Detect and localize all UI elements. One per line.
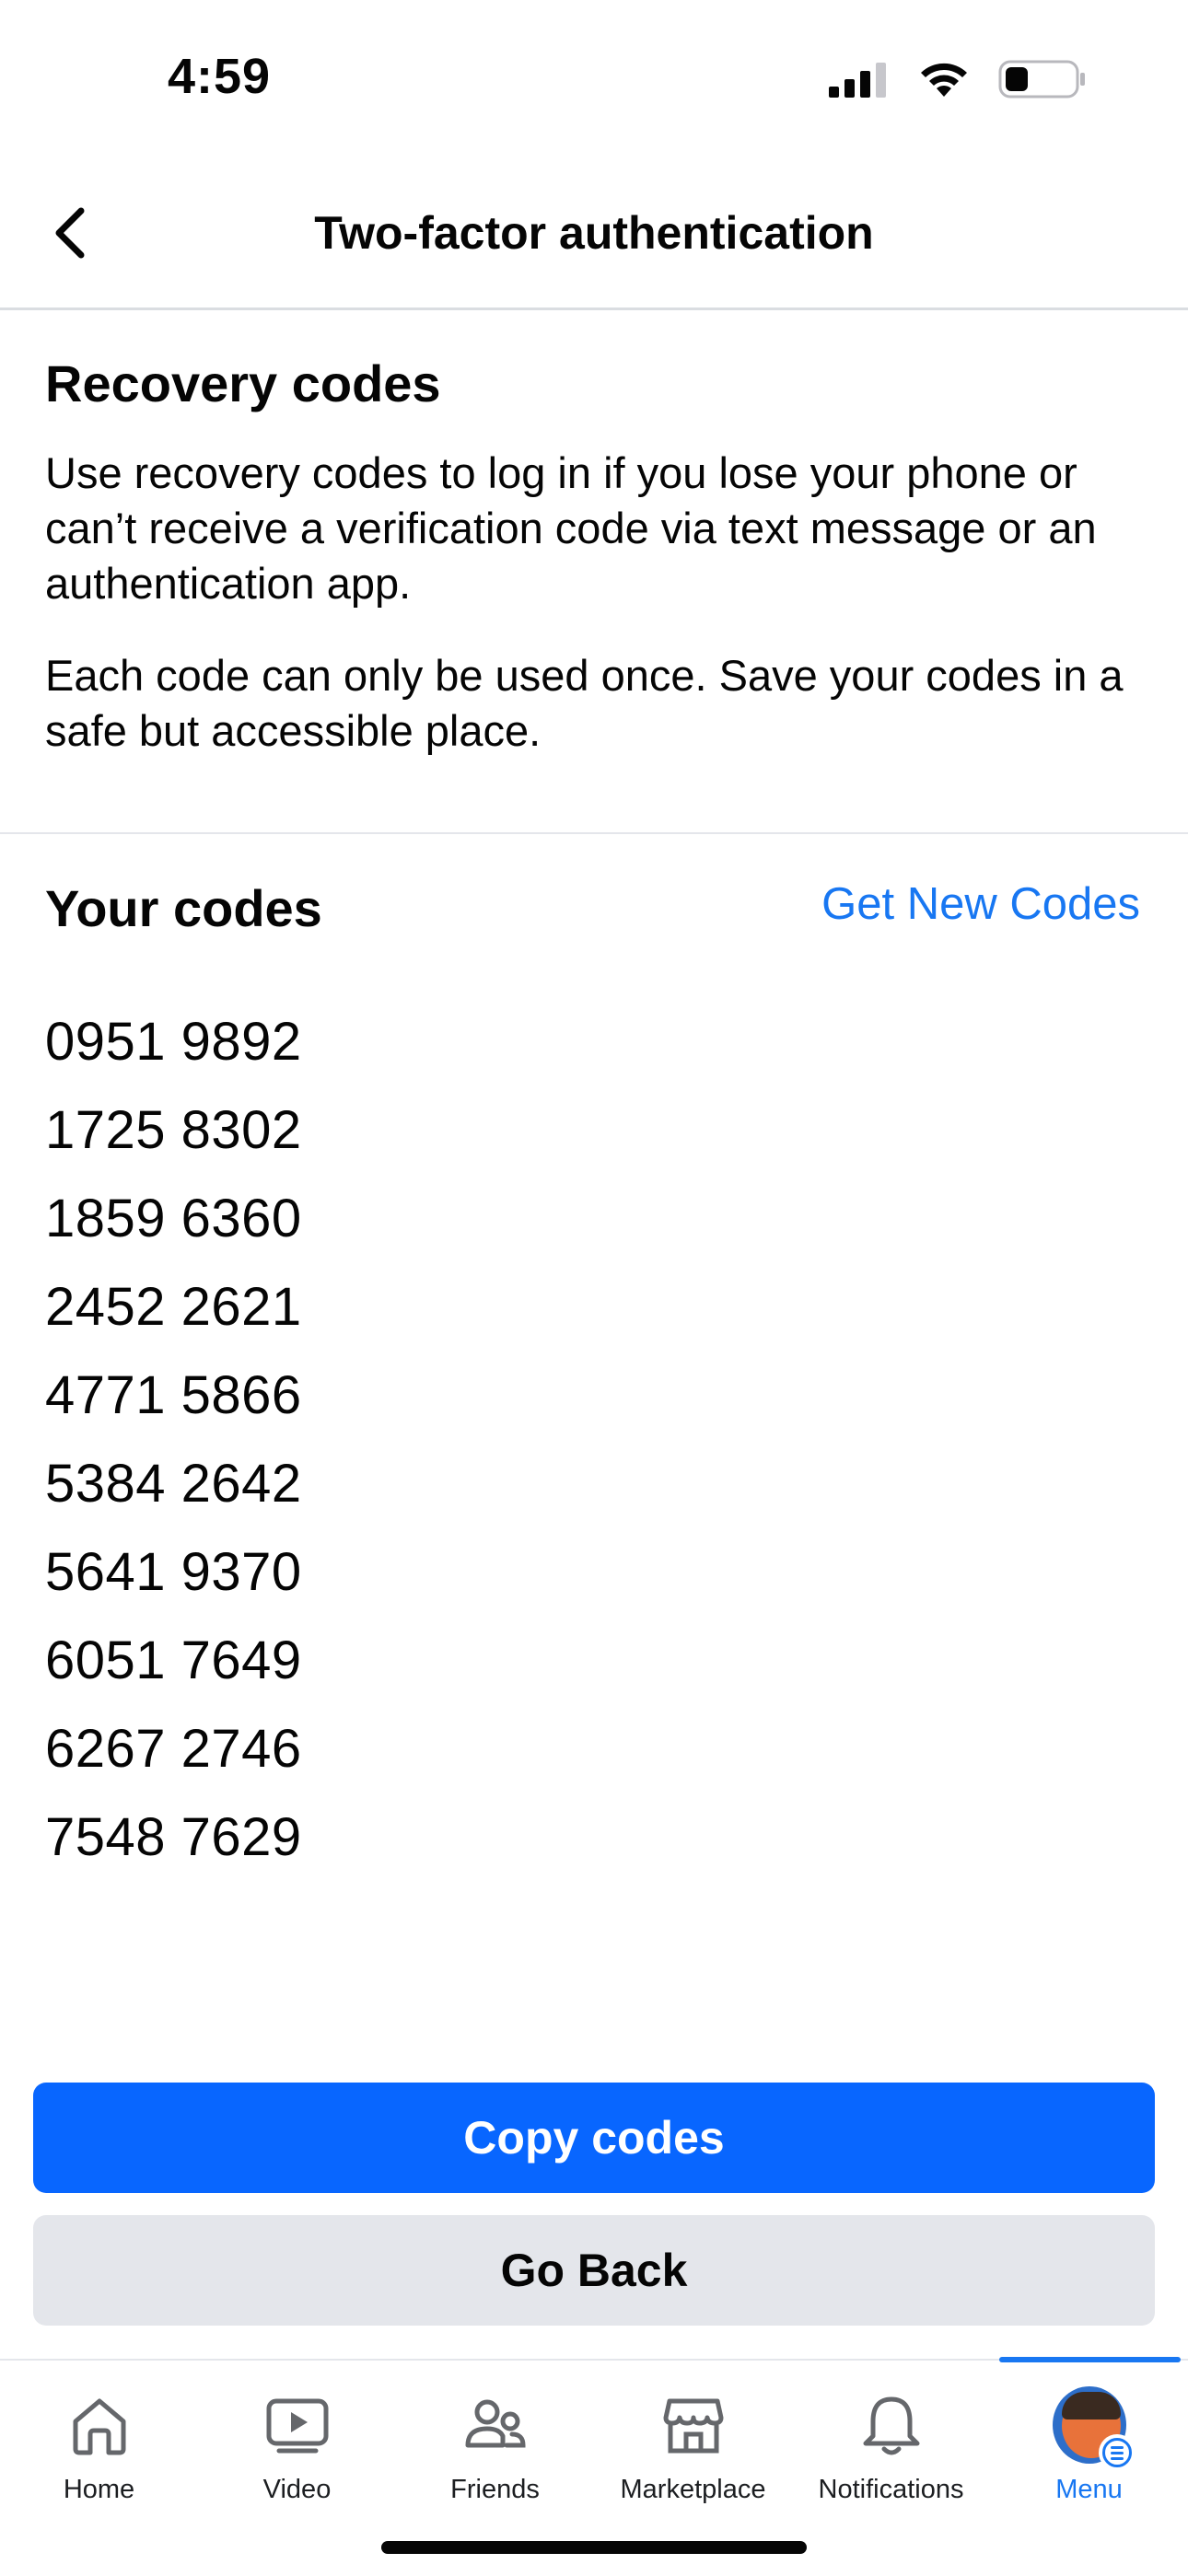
code-item: 6267 2746	[45, 1719, 302, 1779]
code-item: 0951 9892	[45, 1012, 302, 1072]
code-item: 1725 8302	[45, 1100, 302, 1160]
tab-label: Video	[262, 2475, 332, 2504]
marketplace-icon	[663, 2398, 723, 2454]
friends-icon	[465, 2399, 526, 2448]
tab-marketplace[interactable]: Marketplace	[594, 2361, 792, 2526]
tab-label: Notifications	[818, 2475, 964, 2504]
status-time: 4:59	[168, 49, 272, 104]
tab-home[interactable]: Home	[0, 2361, 198, 2526]
tab-video[interactable]: Video	[198, 2361, 396, 2526]
tab-label: Menu	[1055, 2475, 1123, 2504]
recovery-heading: Recovery codes	[45, 354, 441, 412]
avatar	[1052, 2386, 1136, 2471]
codes-heading: Your codes	[45, 879, 322, 937]
status-icons	[829, 59, 1087, 99]
tab-notifications[interactable]: Notifications	[792, 2361, 990, 2526]
status-bar: 4:59	[0, 0, 1188, 157]
battery-icon	[998, 60, 1085, 99]
page-title: Two-factor authentication	[314, 207, 874, 259]
code-list: 0951 9892 1725 8302 1859 6360 2452 2621 …	[45, 998, 302, 1882]
get-new-codes-link[interactable]: Get New Codes	[821, 878, 1140, 930]
copy-codes-button[interactable]: Copy codes	[33, 2083, 1155, 2193]
code-item: 5384 2642	[45, 1454, 302, 1514]
tab-menu[interactable]: Menu	[990, 2361, 1188, 2526]
home-indicator[interactable]	[381, 2541, 807, 2554]
nav-header: Two-factor authentication	[0, 157, 1188, 310]
wifi-icon	[921, 63, 967, 97]
code-item: 2452 2621	[45, 1277, 302, 1337]
tab-label: Friends	[450, 2475, 540, 2504]
code-item: 7548 7629	[45, 1807, 302, 1867]
code-item: 1859 6360	[45, 1189, 302, 1248]
code-item: 5641 9370	[45, 1542, 302, 1602]
code-item: 6051 7649	[45, 1630, 302, 1690]
tab-friends[interactable]: Friends	[396, 2361, 594, 2526]
home-icon	[73, 2398, 125, 2455]
code-item: 4771 5866	[45, 1365, 302, 1425]
recovery-description: Use recovery codes to log in if you lose…	[45, 448, 1097, 608]
bell-icon	[863, 2396, 919, 2455]
recovery-usage-note: Each code can only be used once. Save yo…	[45, 651, 1124, 755]
recovery-info-section: Recovery codes Use recovery codes to log…	[0, 307, 1188, 834]
video-icon	[266, 2398, 328, 2454]
go-back-button[interactable]: Go Back	[33, 2215, 1155, 2326]
menu-icon	[1098, 2434, 1136, 2471]
tab-label: Marketplace	[620, 2475, 766, 2504]
tab-label: Home	[63, 2475, 135, 2504]
cellular-signal-icon	[829, 63, 886, 98]
codes-section: Your codes Get New Codes 0951 9892 1725 …	[0, 832, 1188, 2029]
